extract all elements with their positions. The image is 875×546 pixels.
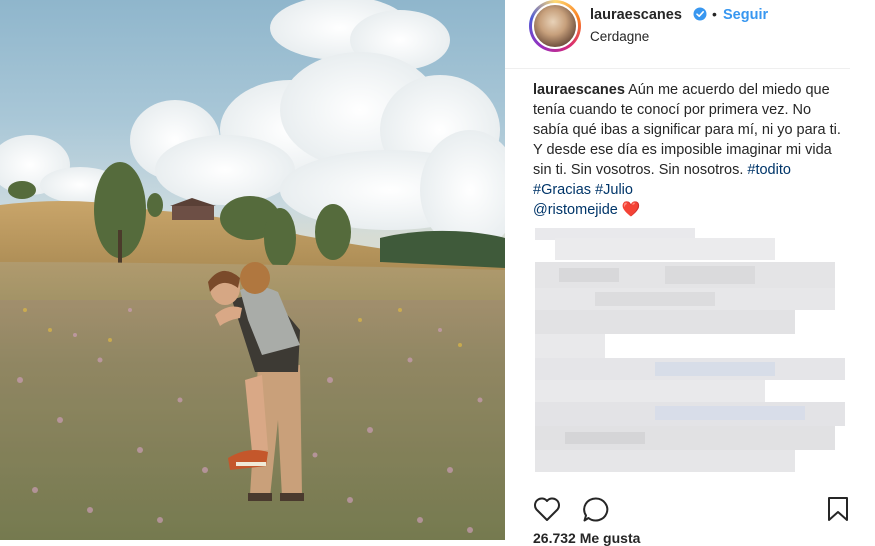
- hashtag-link[interactable]: #Gracias: [533, 182, 591, 198]
- verified-badge-icon: [693, 7, 707, 21]
- post-header: lauraescanes • Seguir Cerdagne: [505, 0, 850, 69]
- post-caption: lauraescanes Aún me acuerdo del miedo qu…: [533, 80, 848, 220]
- heart-emoji: ❤️: [621, 201, 641, 218]
- bookmark-icon[interactable]: [827, 496, 849, 522]
- hashtag-link[interactable]: #todito: [747, 162, 791, 178]
- separator-dot: •: [712, 6, 717, 22]
- post-side-panel: lauraescanes • Seguir Cerdagne lauraesca…: [505, 0, 875, 546]
- story-ring[interactable]: [529, 0, 581, 52]
- comment-icon[interactable]: [582, 496, 610, 523]
- action-bar: [505, 490, 850, 530]
- blurred-comments: [535, 228, 845, 476]
- photo-scene: [0, 0, 505, 540]
- mention-link[interactable]: @ristomejide: [533, 202, 618, 218]
- post-photo[interactable]: [0, 0, 505, 540]
- follow-button[interactable]: Seguir: [723, 7, 768, 23]
- location-link[interactable]: Cerdagne: [590, 29, 649, 44]
- heart-icon[interactable]: [533, 496, 561, 522]
- hashtag-link[interactable]: #Julio: [595, 182, 633, 198]
- username-link[interactable]: lauraescanes: [590, 7, 682, 23]
- caption-username[interactable]: lauraescanes: [533, 82, 625, 98]
- likes-count[interactable]: 26.732 Me gusta: [533, 530, 640, 546]
- avatar[interactable]: [532, 3, 578, 49]
